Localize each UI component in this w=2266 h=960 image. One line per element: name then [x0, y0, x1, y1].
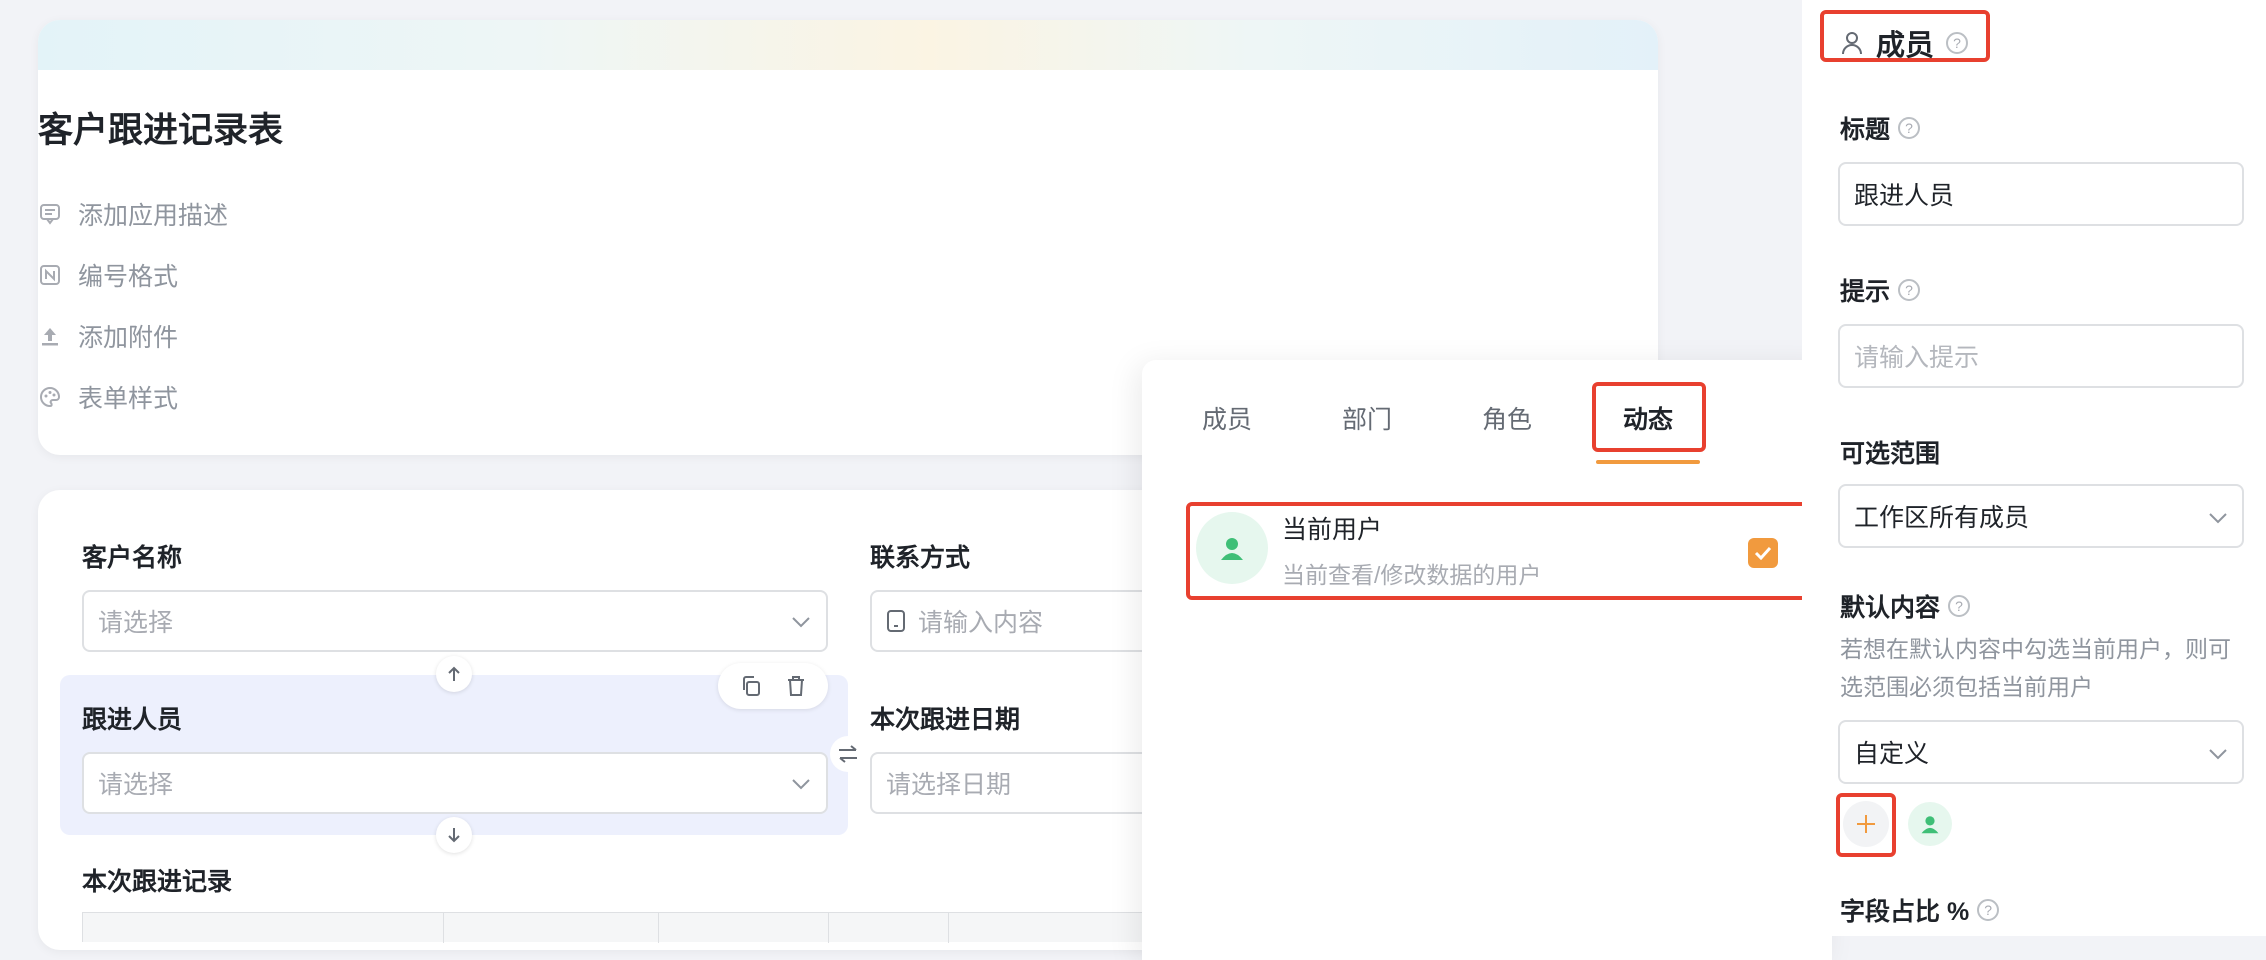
option-label: 添加附件: [78, 324, 179, 352]
help-icon[interactable]: ?: [1977, 899, 2000, 921]
add-description-option[interactable]: 添加应用描述: [38, 196, 228, 232]
range-label-text: 可选范围: [1840, 440, 1941, 468]
option-label: 添加应用描述: [78, 202, 229, 230]
default-label: 默认内容 ?: [1840, 588, 1971, 624]
customer-name-select[interactable]: 请选择: [82, 590, 828, 652]
option-title: 当前用户: [1282, 516, 1383, 544]
delete-icon[interactable]: [785, 674, 807, 698]
check-icon: [1754, 546, 1772, 560]
swap-icon: [839, 745, 857, 763]
numbering-icon: [38, 263, 62, 287]
chevron-down-icon: [790, 769, 812, 798]
option-label: 表单样式: [78, 385, 179, 413]
move-up-button[interactable]: [436, 656, 472, 692]
help-icon[interactable]: ?: [1946, 32, 1969, 54]
tab-roles[interactable]: 角色: [1482, 400, 1532, 436]
title-input[interactable]: 跟进人员: [1838, 162, 2244, 226]
upload-icon: [38, 324, 62, 348]
follower-select[interactable]: 请选择: [82, 752, 828, 814]
panel-header-title: 成员: [1876, 30, 1935, 62]
default-label-text: 默认内容: [1840, 594, 1941, 622]
option-label: 编号格式: [78, 263, 179, 291]
field-toolbar: [718, 663, 828, 709]
plus-icon: [1857, 815, 1875, 833]
customer-name-label: 客户名称: [82, 544, 183, 572]
follower-label: 跟进人员: [82, 706, 183, 734]
range-label: 可选范围: [1840, 434, 1940, 470]
title-label: 标题 ?: [1840, 110, 1921, 146]
select-placeholder: 请选择: [98, 609, 174, 637]
swap-position-button[interactable]: [830, 736, 866, 772]
copy-icon[interactable]: [740, 675, 762, 697]
person-icon: [1842, 32, 1862, 55]
default-select-value: 自定义: [1854, 740, 1930, 768]
chevron-down-icon: [790, 607, 812, 636]
hint-input-placeholder: 请输入提示: [1854, 344, 1980, 372]
title-label-text: 标题: [1840, 116, 1891, 144]
app-title[interactable]: 客户跟进记录表: [38, 102, 283, 153]
arrow-down-icon: [448, 828, 460, 843]
chevron-down-icon: [2208, 502, 2228, 531]
range-select-value: 工作区所有成员: [1854, 504, 2030, 532]
add-default-member-button[interactable]: [1843, 801, 1889, 847]
avatar[interactable]: [1908, 802, 1952, 846]
field-settings-panel: 成员 ? 标题 ? 跟进人员 提示 ? 请输入提示 可选范围 工作区所有成员 默…: [1802, 0, 2266, 936]
option-description: 当前查看/修改数据的用户: [1282, 562, 1542, 588]
ratio-label-text: 字段占比 %: [1840, 898, 1970, 926]
add-attachment-option[interactable]: 添加附件: [38, 318, 178, 354]
user-avatar-icon: [1221, 538, 1243, 560]
follow-record-label: 本次跟进记录: [82, 868, 233, 896]
ratio-label: 字段占比 % ?: [1840, 892, 2000, 928]
tab-departments[interactable]: 部门: [1342, 400, 1392, 436]
numbering-format-option[interactable]: 编号格式: [38, 257, 178, 293]
title-input-value: 跟进人员: [1854, 182, 1955, 210]
help-icon[interactable]: ?: [1948, 595, 1971, 617]
help-icon[interactable]: ?: [1898, 117, 1921, 139]
hint-input[interactable]: 请输入提示: [1838, 324, 2244, 388]
input-placeholder: 请输入内容: [918, 609, 1044, 637]
contact-label: 联系方式: [870, 544, 971, 572]
move-down-button[interactable]: [436, 817, 472, 853]
active-tab-indicator: [1596, 460, 1700, 464]
user-avatar-icon: [1921, 816, 1939, 834]
default-select[interactable]: 自定义: [1838, 720, 2244, 784]
avatar: [1196, 512, 1268, 584]
hint-label-text: 提示: [1840, 278, 1891, 306]
select-placeholder: 请选择: [98, 771, 174, 799]
follow-record-table-header: [82, 912, 1162, 943]
form-style-option[interactable]: 表单样式: [38, 379, 178, 415]
follow-date-label: 本次跟进日期: [870, 706, 1021, 734]
panel-header: 成员 ?: [1840, 22, 1969, 64]
arrow-up-icon: [448, 666, 460, 681]
tab-highlight: [1592, 382, 1706, 452]
current-user-checkbox[interactable]: [1748, 538, 1778, 568]
member-picker-popup: 成员 部门 角色 动态 当前用户 当前查看/修改数据的用户: [1142, 360, 1832, 960]
help-icon[interactable]: ?: [1898, 279, 1921, 301]
card-banner: [38, 20, 1658, 70]
comment-icon: [38, 202, 62, 226]
tab-members[interactable]: 成员: [1202, 400, 1252, 436]
chevron-down-icon: [2208, 738, 2228, 767]
hint-label: 提示 ?: [1840, 272, 1921, 308]
input-placeholder: 请选择日期: [886, 771, 1012, 799]
range-select[interactable]: 工作区所有成员: [1838, 484, 2244, 548]
default-note: 若想在默认内容中勾选当前用户，则可选范围必须包括当前用户: [1840, 636, 2231, 700]
phone-icon: [886, 609, 906, 633]
palette-icon: [38, 385, 62, 409]
